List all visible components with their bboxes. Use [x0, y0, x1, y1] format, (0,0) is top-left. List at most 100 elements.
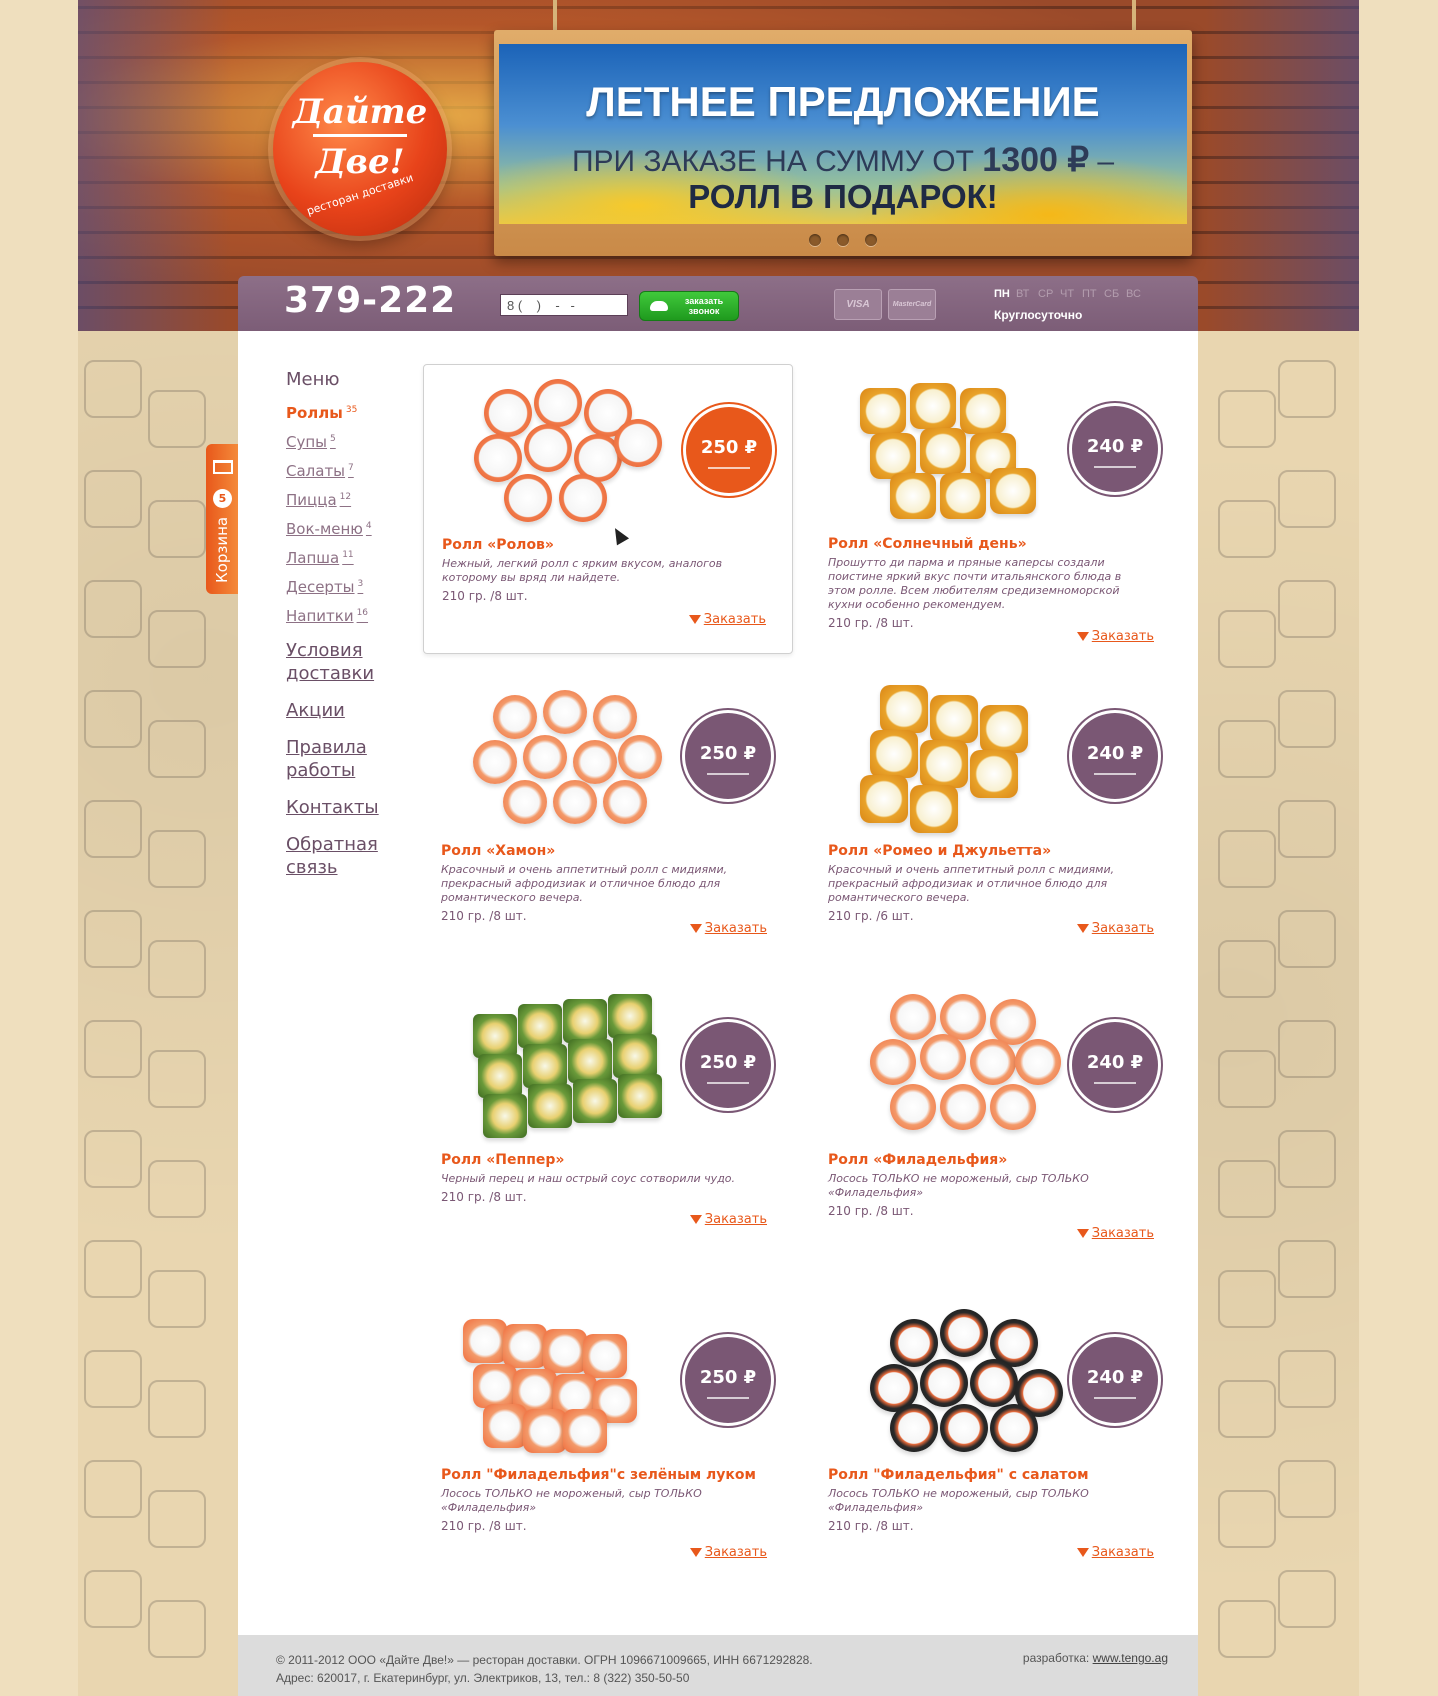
sidebar-link-2[interactable]: Правила работы: [286, 736, 378, 782]
sushi-roll-piece: [980, 705, 1028, 753]
sushi-doodle-icon: [1278, 910, 1336, 968]
product-card[interactable]: 250 ₽ Ролл «Пеппер» Черный перец и наш ост…: [423, 980, 793, 1270]
product-card[interactable]: 240 ₽ Ролл «Солнечный день» Прошутто ди па…: [810, 364, 1180, 654]
sushi-doodle-icon: [1278, 1020, 1336, 1078]
sushi-doodle-icon: [84, 360, 142, 418]
sidebar-category-6[interactable]: Десерты 3: [286, 578, 378, 596]
callback-phone-input[interactable]: [500, 294, 628, 316]
sushi-doodle-icon: [1218, 610, 1276, 668]
sushi-roll-piece: [563, 999, 607, 1043]
product-card[interactable]: 240 ₽ Ролл «Филадельфия» Лосось ТОЛЬКО не …: [810, 980, 1180, 1270]
sushi-doodle-icon: [1278, 360, 1336, 418]
banner-dot-1[interactable]: [809, 234, 821, 246]
product-image[interactable]: [464, 379, 664, 522]
product-image[interactable]: [463, 994, 663, 1138]
order-button[interactable]: Заказать: [689, 1545, 767, 1560]
product-name[interactable]: Ролл "Филадельфия" с салатом: [828, 1467, 1168, 1483]
sushi-roll-piece: [870, 730, 918, 778]
sushi-roll-piece: [960, 388, 1006, 434]
category-count: 12: [339, 492, 352, 502]
product-name[interactable]: Ролл "Филадельфия"с зелёным луком: [441, 1467, 781, 1483]
sushi-roll-piece: [559, 474, 607, 522]
sushi-roll-piece: [1015, 1039, 1061, 1085]
price-value: 240 ₽: [1086, 1367, 1144, 1388]
product-name[interactable]: Ролл «Ромео и Джульетта»: [828, 843, 1168, 859]
arrow-down-icon: [689, 924, 702, 933]
product-name[interactable]: Ролл «Филадельфия»: [828, 1152, 1168, 1168]
sushi-roll-piece: [618, 1074, 662, 1118]
sidebar-category-0[interactable]: Роллы 35: [286, 404, 378, 422]
product-desc-text: Нежный, легкий ролл с ярким вкусом, анал…: [442, 557, 723, 584]
arrow-down-icon: [1076, 924, 1089, 933]
product-name[interactable]: Ролл «Хамон»: [441, 843, 781, 859]
footer-copyright: © 2011-2012 ООО «Дайте Две!» — ресторан …: [276, 1653, 813, 1667]
order-button[interactable]: Заказать: [689, 1212, 767, 1227]
product-card[interactable]: 250 ₽ Ролл "Филадельфия"с зелёным луком Ло…: [423, 1295, 793, 1585]
sidebar-link-4[interactable]: Обратная связь: [286, 833, 378, 879]
product-name[interactable]: Ролл «Солнечный день»: [828, 536, 1168, 552]
sushi-roll-piece: [920, 1034, 966, 1080]
sidebar-category-7[interactable]: Напитки 16: [286, 607, 378, 625]
product-desc-text: Прошутто ди парма и пряные каперсы созда…: [828, 556, 1122, 611]
chopsticks-icon: [1094, 466, 1136, 468]
banner-line-2: ПРИ ЗАКАЗЕ НА СУММУ ОТ 1300 ₽ –: [571, 141, 1115, 179]
sushi-doodle-icon: [1218, 720, 1276, 778]
product-card[interactable]: 250 ₽ Ролл «Хамон» Красочный и очень аппет…: [423, 671, 793, 961]
sidebar-category-2[interactable]: Салаты 7: [286, 462, 378, 480]
cart-tab[interactable]: 5 Корзина: [206, 444, 238, 594]
sidebar-category-5[interactable]: Лапша 11: [286, 549, 378, 567]
order-button[interactable]: Заказать: [689, 921, 767, 936]
arrow-down-icon: [1076, 632, 1089, 641]
cart-count-badge: 5: [213, 489, 232, 508]
product-card[interactable]: 240 ₽ Ролл «Ромео и Джульетта» Красочный и…: [810, 671, 1180, 961]
sidebar-category-3[interactable]: Пицца 12: [286, 491, 378, 509]
order-button[interactable]: Заказать: [1076, 629, 1154, 644]
product-card[interactable]: 250 ₽ Ролл «Ролов» Нежный, легкий ролл с я…: [423, 364, 793, 654]
sidebar-link-0[interactable]: Условия доставки: [286, 639, 378, 685]
chopsticks-icon: [1094, 1397, 1136, 1399]
product-name[interactable]: Ролл «Ролов»: [442, 537, 782, 553]
sushi-roll-piece: [543, 690, 587, 734]
product-image[interactable]: [463, 1309, 663, 1453]
product-name[interactable]: Ролл «Пеппер»: [441, 1152, 781, 1168]
sushi-doodle-icon: [148, 1380, 206, 1438]
order-button[interactable]: Заказать: [1076, 1545, 1154, 1560]
sushi-roll-piece: [940, 1084, 986, 1130]
order-button[interactable]: Заказать: [1076, 1226, 1154, 1241]
banner-dot-3[interactable]: [865, 234, 877, 246]
product-image[interactable]: [850, 1309, 1063, 1452]
callback-button[interactable]: заказать звонок: [639, 291, 739, 321]
sidebar-category-4[interactable]: Вок-меню 4: [286, 520, 378, 538]
site-logo[interactable]: Дайте Две! ресторан доставки: [273, 62, 447, 236]
product-image[interactable]: [850, 378, 1050, 519]
day-2: СР: [1038, 288, 1054, 300]
sushi-roll-piece: [563, 1409, 607, 1453]
price-badge: 250 ₽: [685, 713, 771, 799]
product-weight: 210 гр. /8 шт.: [828, 1519, 914, 1533]
order-button[interactable]: Заказать: [688, 612, 766, 627]
sushi-doodle-icon: [1218, 1490, 1276, 1548]
banner-slide[interactable]: ЛЕТНЕЕ ПРЕДЛОЖЕНИЕ ПРИ ЗАКАЗЕ НА СУММУ О…: [499, 44, 1187, 224]
product-desc-text: Черный перец и наш острый соус сотворили…: [441, 1172, 736, 1185]
developer-link[interactable]: www.tengo.ag: [1093, 1651, 1168, 1665]
product-image[interactable]: [850, 685, 1050, 833]
cart-label: Корзина: [213, 516, 231, 583]
order-button[interactable]: Заказать: [1076, 921, 1154, 936]
product-description: Черный перец и наш острый соус сотворили…: [441, 1172, 741, 1204]
banner-dot-2[interactable]: [837, 234, 849, 246]
product-weight: 210 гр. /8 шт.: [442, 589, 528, 603]
category-label: Напитки: [286, 607, 354, 625]
sidebar-link-3[interactable]: Контакты: [286, 796, 379, 819]
product-card[interactable]: 240 ₽ Ролл "Филадельфия" с салатом Лосось …: [810, 1295, 1180, 1585]
sushi-roll-piece: [930, 695, 978, 743]
sushi-roll-piece: [890, 994, 936, 1040]
product-image[interactable]: [850, 994, 1061, 1134]
sushi-roll-piece: [478, 1054, 522, 1098]
footer-info: © 2011-2012 ООО «Дайте Две!» — ресторан …: [276, 1651, 813, 1687]
sidebar-category-1[interactable]: Супы 5: [286, 433, 378, 451]
promo-banner[interactable]: ЛЕТНЕЕ ПРЕДЛОЖЕНИЕ ПРИ ЗАКАЗЕ НА СУММУ О…: [494, 30, 1192, 256]
price-value: 240 ₽: [1086, 743, 1144, 764]
banner-rope: [553, 0, 557, 32]
product-image[interactable]: [463, 685, 663, 825]
sidebar-link-1[interactable]: Акции: [286, 699, 378, 722]
